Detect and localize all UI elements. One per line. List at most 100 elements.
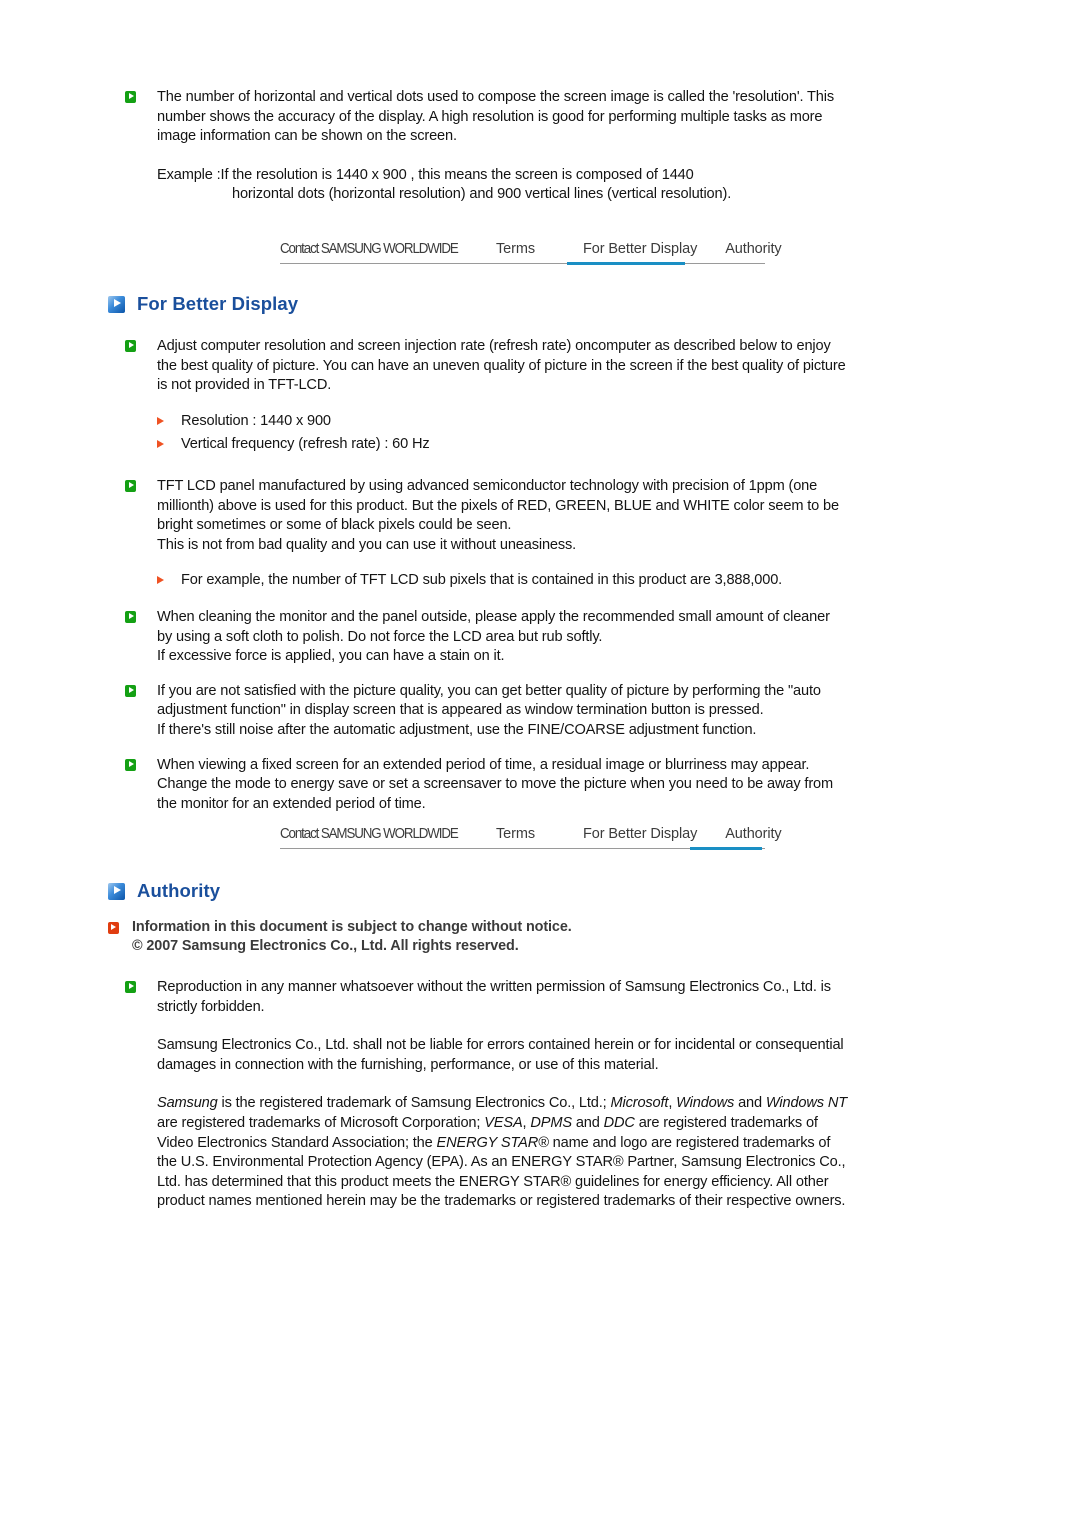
green-square-triangle-icon	[125, 981, 136, 993]
sub-bullet-body: Resolution : 1440 x 900	[181, 412, 848, 432]
tabbar-items: Contact SAMSUNG WORLDWIDE Terms For Bett…	[280, 236, 782, 262]
for-better-display-bullets: Adjust computer resolution and screen in…	[108, 337, 848, 814]
liability-text: Samsung Electronics Co., Ltd. shall not …	[157, 1037, 844, 1073]
bullet-body: When cleaning the monitor and the panel …	[157, 608, 848, 667]
bullet-item: If you are not satisfied with the pictur…	[125, 682, 848, 741]
bullet-item: Reproduction in any manner whatsoever wi…	[125, 978, 848, 1017]
section-title: Authority	[137, 880, 221, 901]
notice-body: Information in this document is subject …	[132, 918, 848, 956]
tabbar-rule	[280, 263, 765, 264]
bullet-text: This is not from bad quality and you can…	[157, 536, 577, 553]
bullet-item: When viewing a fixed screen for an exten…	[125, 756, 848, 815]
authority-heading: Authority	[108, 880, 848, 902]
sub-bullet-gutter	[157, 571, 181, 585]
bullet-body: When viewing a fixed screen for an exten…	[157, 756, 848, 815]
section-title: For Better Display	[137, 293, 299, 314]
orange-square-triangle-icon	[108, 922, 119, 934]
tab-for-better-display[interactable]: For Better Display	[583, 826, 697, 847]
orange-triangle-icon	[157, 440, 164, 449]
authority-body: Reproduction in any manner whatsoever wi…	[108, 978, 848, 1212]
trademark-vesa: VESA	[484, 1114, 523, 1131]
bullet-text: TFT LCD panel manufactured by using adva…	[157, 477, 839, 534]
green-square-triangle-icon	[125, 684, 136, 697]
section-for-better-display: For Better Display Adjust computer resol…	[108, 293, 848, 814]
blue-square-triangle-icon	[108, 882, 125, 900]
bullet-gutter	[125, 682, 157, 697]
bullet-text: When cleaning the monitor and the panel …	[157, 608, 830, 645]
intro-bullet: The number of horizontal and vertical do…	[125, 88, 845, 147]
bullet-text: Adjust computer resolution and screen in…	[157, 338, 846, 394]
orange-triangle-icon	[157, 416, 164, 425]
trademark-dpms: DPMS	[530, 1114, 572, 1131]
trademark-sep-4: are registered trademarks of Microsoft C…	[157, 1114, 485, 1131]
blue-square-triangle-icon	[108, 295, 125, 313]
example-line-1: Example :If the resolution is 1440 x 900…	[157, 166, 694, 183]
green-square-triangle-icon	[125, 91, 136, 103]
tab-contact-samsung-worldwide[interactable]: Contact SAMSUNG WORLDWIDE	[280, 241, 459, 262]
sub-bullet-text: Resolution : 1440 x 900	[181, 412, 331, 429]
tab-for-better-display[interactable]: For Better Display	[583, 241, 697, 262]
tabbar-active-underline	[690, 847, 762, 850]
bullet-gutter	[125, 337, 157, 352]
notice-line-1: Information in this document is subject …	[132, 919, 572, 935]
trademark-ddc: DDC	[603, 1114, 635, 1131]
sub-bullet-body: Vertical frequency (refresh rate) : 60 H…	[181, 435, 848, 455]
trademark-windows-nt: Windows NT	[765, 1095, 847, 1112]
document-page: The number of horizontal and vertical do…	[0, 0, 1080, 1528]
trademark-windows: Windows	[676, 1095, 735, 1112]
tab-authority[interactable]: Authority	[725, 826, 781, 847]
trademark-sep-6: and	[571, 1114, 604, 1131]
tab-terms[interactable]: Terms	[496, 241, 535, 262]
orange-triangle-icon	[157, 576, 164, 585]
trademark-text: Samsung is the registered trademark of S…	[157, 1094, 848, 1212]
sub-bullet-body: For example, the number of TFT LCD sub p…	[181, 571, 848, 591]
trademark-sep-1: is the registered trademark of Samsung E…	[217, 1095, 611, 1112]
authority-notice: Information in this document is subject …	[108, 918, 848, 956]
sub-bullet-item: Vertical frequency (refresh rate) : 60 H…	[157, 435, 848, 455]
tab-terms[interactable]: Terms	[496, 826, 535, 847]
sub-bullet-item: For example, the number of TFT LCD sub p…	[157, 571, 848, 591]
bullet-item: Adjust computer resolution and screen in…	[125, 337, 848, 396]
bullet-text: If you are not satisfied with the pictur…	[157, 682, 821, 719]
bullet-item: TFT LCD panel manufactured by using adva…	[125, 477, 848, 555]
sub-bullet-group: Resolution : 1440 x 900 Vertical frequen…	[125, 412, 848, 455]
intro-paragraph: The number of horizontal and vertical do…	[157, 89, 835, 145]
sub-bullet-text: Vertical frequency (refresh rate) : 60 H…	[181, 436, 430, 453]
bullet-gutter	[125, 978, 157, 993]
bullet-gutter	[125, 88, 157, 103]
bullet-body: Adjust computer resolution and screen in…	[157, 337, 848, 396]
green-square-triangle-icon	[125, 479, 136, 492]
bullet-body: TFT LCD panel manufactured by using adva…	[157, 477, 848, 555]
green-square-triangle-icon	[125, 340, 136, 352]
trademark-sep-3: and	[734, 1095, 766, 1112]
sub-bullet-item: Resolution : 1440 x 900	[157, 412, 848, 432]
tab-contact-samsung-worldwide[interactable]: Contact SAMSUNG WORLDWIDE	[280, 826, 459, 847]
trademark-sep-2: ,	[668, 1095, 677, 1112]
tabbar-top: Contact SAMSUNG WORLDWIDE Terms For Bett…	[280, 236, 782, 268]
bullet-text: If excessive force is applied, you can h…	[157, 648, 505, 665]
notice-line-2: © 2007 Samsung Electronics Co., Ltd. All…	[132, 938, 519, 954]
trademark-microsoft: Microsoft	[610, 1095, 669, 1112]
section-authority: Authority Information in this document i…	[108, 880, 848, 1212]
notice-gutter	[108, 918, 132, 934]
green-square-triangle-icon	[125, 610, 136, 623]
for-better-display-heading: For Better Display	[108, 293, 848, 315]
bullet-text: When viewing a fixed screen for an exten…	[157, 756, 810, 773]
sub-bullet-gutter	[157, 412, 181, 425]
bullet-gutter	[125, 756, 157, 771]
bullet-gutter	[125, 608, 157, 623]
sub-bullet-group: For example, the number of TFT LCD sub p…	[125, 571, 848, 591]
sub-bullet-text: For example, the number of TFT LCD sub p…	[181, 572, 783, 589]
intro-block: The number of horizontal and vertical do…	[125, 88, 845, 205]
trademark-energy-star: ENERGY STAR®	[436, 1134, 549, 1151]
bullet-text: Change the mode to energy save or set a …	[157, 776, 834, 812]
bullet-body: Reproduction in any manner whatsoever wi…	[157, 978, 848, 1017]
liability-block: Samsung Electronics Co., Ltd. shall not …	[125, 1036, 848, 1075]
bullet-gutter	[125, 477, 157, 492]
intro-example: Example :If the resolution is 1440 x 900…	[125, 166, 845, 205]
tabbar-bottom: Contact SAMSUNG WORLDWIDE Terms For Bett…	[280, 821, 782, 853]
sub-bullet-gutter	[157, 435, 181, 449]
tabbar-active-underline	[567, 262, 685, 265]
bullet-body: If you are not satisfied with the pictur…	[157, 682, 848, 741]
tab-authority[interactable]: Authority	[725, 241, 781, 262]
